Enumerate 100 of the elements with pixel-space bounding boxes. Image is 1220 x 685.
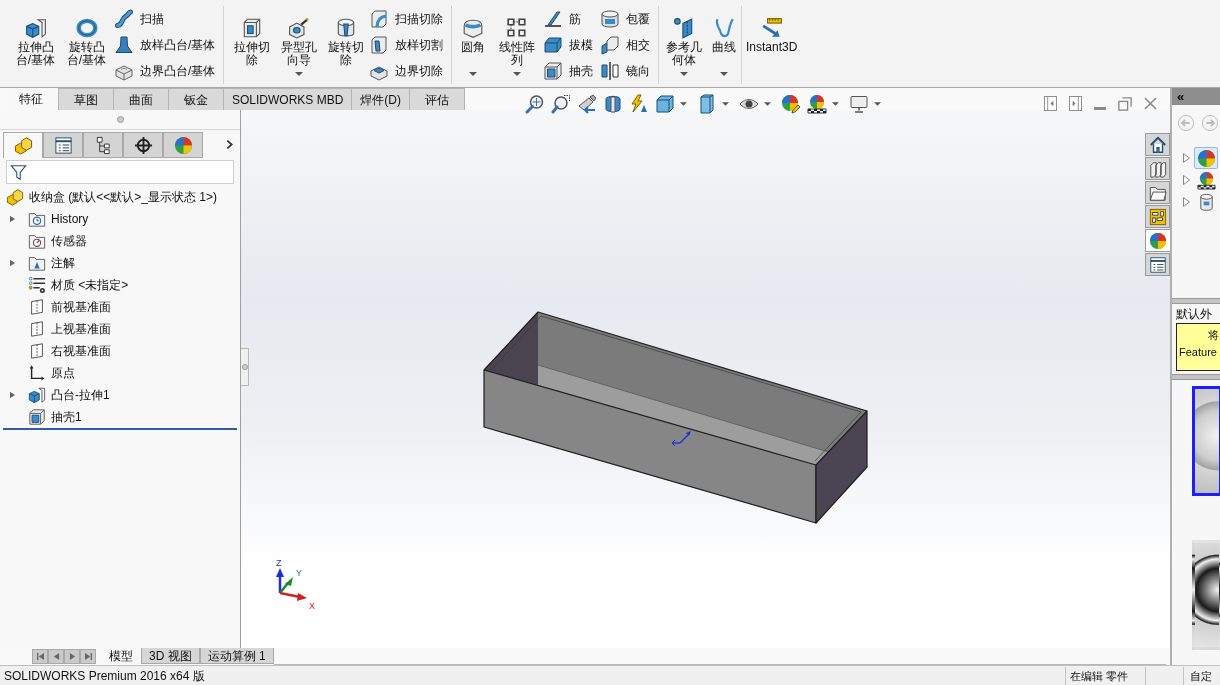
tile-left-icon[interactable] bbox=[1044, 96, 1057, 111]
caret-icon[interactable] bbox=[680, 102, 687, 106]
expand-arrow-icon[interactable] bbox=[10, 259, 15, 267]
close-icon[interactable] bbox=[1144, 97, 1157, 110]
ribbon-button[interactable]: 旋转凸台/基体 bbox=[63, 6, 110, 84]
ribbon-button[interactable]: 旋转切除 bbox=[322, 6, 369, 84]
ribbon-button[interactable]: 线性阵列 bbox=[493, 6, 540, 84]
ribbon-button[interactable]: 拔模 bbox=[543, 32, 597, 58]
pane-tab[interactable] bbox=[1145, 205, 1170, 228]
expand-arrow-icon[interactable] bbox=[10, 391, 15, 399]
caret-icon[interactable] bbox=[294, 72, 303, 76]
pane-tab[interactable] bbox=[1145, 181, 1170, 204]
panel-tab[interactable] bbox=[83, 132, 123, 158]
ribbon-button[interactable]: 镜向 bbox=[600, 58, 654, 84]
ruler-arrow-icon bbox=[760, 17, 783, 39]
ribbon-button[interactable]: 扫描 bbox=[114, 6, 220, 32]
ribbon-button[interactable]: 曲线 bbox=[707, 6, 741, 84]
sphere-photo-placeholder[interactable] bbox=[1192, 540, 1220, 650]
tree-item[interactable]: 上视基准面 bbox=[51, 320, 111, 338]
collapse-button[interactable]: « bbox=[1177, 89, 1185, 104]
telescope-icon[interactable] bbox=[577, 94, 597, 114]
hole-wand-icon bbox=[287, 17, 310, 39]
tab[interactable]: 钣金 bbox=[168, 88, 224, 110]
caret-icon[interactable] bbox=[874, 102, 881, 106]
expand-arrow-icon[interactable] bbox=[10, 215, 15, 223]
first-page-button[interactable] bbox=[32, 649, 48, 664]
ribbon-button[interactable]: 扫描切除 bbox=[369, 6, 447, 32]
tile-right-icon[interactable] bbox=[1069, 96, 1082, 111]
tree-item[interactable] bbox=[1194, 169, 1218, 191]
tree-item[interactable]: 注解 bbox=[51, 254, 75, 272]
ribbon-button[interactable]: 边界凸台/基体 bbox=[114, 58, 220, 84]
pane-tab[interactable] bbox=[1145, 133, 1170, 156]
tree-item[interactable]: 前视基准面 bbox=[51, 298, 111, 316]
ribbon-button[interactable]: 包覆 bbox=[600, 6, 654, 32]
pane-tab[interactable] bbox=[1145, 253, 1170, 276]
tree-item[interactable]: 材质 <未指定> bbox=[51, 276, 129, 294]
expand-arrow-icon[interactable] bbox=[1183, 175, 1190, 185]
color-ball-icon bbox=[173, 135, 193, 155]
caret-icon[interactable] bbox=[680, 72, 688, 76]
cube-icon bbox=[24, 17, 47, 39]
model-tab[interactable]: 3D 视图 bbox=[141, 648, 200, 664]
panel-tab[interactable] bbox=[3, 132, 43, 158]
plane-icon bbox=[28, 342, 46, 360]
magnifier-icon[interactable] bbox=[525, 94, 545, 114]
tab[interactable]: 焊件(D) bbox=[351, 88, 411, 110]
grip-dot-icon[interactable] bbox=[116, 116, 124, 123]
monitor-icon[interactable] bbox=[849, 94, 869, 114]
panel-tab[interactable] bbox=[123, 132, 163, 158]
pane-tab[interactable] bbox=[1145, 157, 1170, 180]
ribbon-button[interactable]: 异型孔向导 bbox=[275, 6, 322, 84]
restore-icon[interactable] bbox=[1118, 96, 1132, 111]
ribbon-button[interactable]: 放样凸台/基体 bbox=[114, 32, 220, 58]
ribbon-button[interactable]: 拉伸凸台/基体 bbox=[12, 6, 59, 84]
caret-icon[interactable] bbox=[832, 102, 839, 106]
tab[interactable]: 曲面 bbox=[113, 88, 169, 110]
magnifier-icon[interactable] bbox=[551, 94, 571, 114]
next-button[interactable] bbox=[64, 649, 80, 664]
caret-icon[interactable] bbox=[722, 102, 729, 106]
lightning-icon[interactable] bbox=[629, 94, 649, 114]
tree-item[interactable]: 原点 bbox=[51, 364, 75, 382]
color-ball-icon[interactable] bbox=[807, 94, 827, 114]
ribbon-button[interactable]: 圆角 bbox=[456, 6, 490, 84]
ribbon-button[interactable]: Instant3D bbox=[746, 6, 798, 84]
ribbon-button[interactable]: 筋 bbox=[543, 6, 597, 32]
caret-icon[interactable] bbox=[469, 72, 477, 76]
last-page-button[interactable] bbox=[80, 649, 96, 664]
ribbon-button[interactable]: 相交 bbox=[600, 32, 654, 58]
ribbon-button[interactable]: 参考几何体 bbox=[661, 6, 707, 84]
sphere-photo-placeholder[interactable] bbox=[1192, 386, 1220, 496]
tab[interactable]: 评估 bbox=[409, 88, 466, 110]
tree-item[interactable]: 传感器 bbox=[51, 232, 87, 250]
tree-item[interactable]: 收纳盒 (默认<<默认>_显示状态 1>) bbox=[29, 188, 218, 206]
eye-icon[interactable] bbox=[739, 97, 759, 111]
pane-tab[interactable] bbox=[1145, 229, 1170, 252]
expand-arrow-icon[interactable] bbox=[1183, 197, 1190, 207]
panel-tab[interactable] bbox=[43, 132, 83, 158]
cube-icon[interactable] bbox=[655, 94, 675, 114]
ribbon-button[interactable]: 放样切割 bbox=[369, 32, 447, 58]
splitter-handle[interactable] bbox=[241, 348, 249, 386]
caret-icon[interactable] bbox=[764, 102, 771, 106]
tree-item[interactable]: History bbox=[51, 210, 89, 228]
filter-field[interactable] bbox=[6, 160, 234, 184]
ribbon-button[interactable]: 边界切除 bbox=[369, 58, 447, 84]
section-cylinder-icon[interactable] bbox=[603, 94, 623, 114]
tab[interactable]: SOLIDWORKS MBD bbox=[223, 88, 353, 110]
expand-arrow-icon[interactable] bbox=[1183, 153, 1190, 163]
tab[interactable]: 草图 bbox=[58, 88, 114, 110]
model-tab[interactable]: 运动算例 1 bbox=[199, 648, 274, 664]
tree-item[interactable]: 抽壳1 bbox=[51, 408, 82, 426]
axis-label: X bbox=[309, 601, 315, 611]
box-icon[interactable] bbox=[697, 94, 717, 114]
folder-icon bbox=[28, 254, 46, 272]
ribbon-button[interactable]: 拉伸切除 bbox=[228, 6, 275, 84]
tree-item[interactable]: 凸台-拉伸1 bbox=[51, 386, 110, 404]
tree-item[interactable]: 右视基准面 bbox=[51, 342, 111, 360]
previous-button[interactable] bbox=[48, 649, 64, 664]
ribbon-button[interactable]: 抽壳 bbox=[543, 58, 597, 84]
caret-icon[interactable] bbox=[720, 72, 728, 76]
caret-icon[interactable] bbox=[512, 72, 521, 76]
chevron-right-icon[interactable] bbox=[226, 139, 233, 150]
